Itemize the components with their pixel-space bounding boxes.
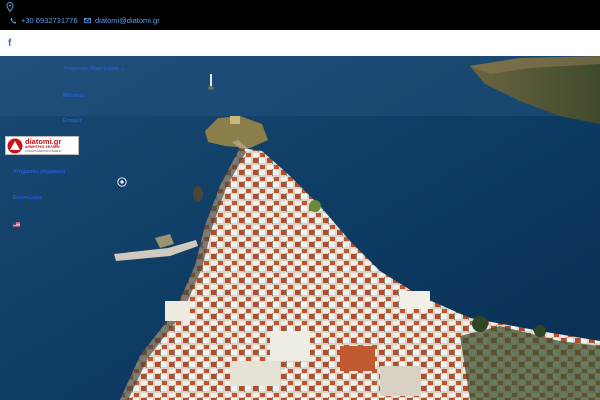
chevron-down-icon: ⌄ xyxy=(120,66,125,72)
nav-item-impressions[interactable]: Εντυπώσεις xyxy=(13,195,42,201)
aerial-town-image xyxy=(0,56,600,400)
diatomi-logo[interactable]: diatomi.gr ΔΗΜΗΤΡΗΣ ΧΕΛΜΗΣ ΚΤΗΜΑΤΟΜΕΣΙΤΙ… xyxy=(5,136,79,155)
top-contact-bar: +30 6932731776 diatomi@diatomi.gr xyxy=(0,0,600,30)
hero-aerial-photo: Υπηρεσίες Real Estate ⌄ Μουσεία Επαφές d… xyxy=(0,56,600,400)
phone-contact[interactable]: +30 6932731776 xyxy=(10,16,78,25)
location-circle-icon[interactable] xyxy=(117,177,127,187)
logo-triangle-icon xyxy=(7,138,23,153)
nav-item-contacts[interactable]: Επαφές xyxy=(63,118,82,124)
us-flag-icon[interactable] xyxy=(13,222,20,227)
facebook-icon[interactable]: f xyxy=(8,38,11,49)
nav-item-label: Υπηρεσίες Real Estate xyxy=(63,66,119,72)
email-address[interactable]: diatomi@diatomi.gr xyxy=(95,16,160,25)
social-bar: f xyxy=(0,30,600,56)
logo-tagline: ΚΤΗΜΑΤΟΜΕΣΙΤΙΚΟ ΓΡΑΦΕΙΟ xyxy=(25,149,62,153)
email-contact[interactable]: diatomi@diatomi.gr xyxy=(84,16,160,25)
logo-brand: diatomi.gr xyxy=(25,136,62,146)
map-pin-icon[interactable] xyxy=(6,2,14,12)
phone-icon xyxy=(10,17,17,24)
nav-item-real-estate[interactable]: Υπηρεσίες Real Estate ⌄ xyxy=(63,66,125,72)
phone-number[interactable]: +30 6932731776 xyxy=(21,16,78,25)
nav-item-museums[interactable]: Μουσεία xyxy=(63,93,84,99)
envelope-icon xyxy=(84,17,91,24)
nav-item-engineering[interactable]: Υπηρεσίες μηχανικού xyxy=(13,169,65,175)
